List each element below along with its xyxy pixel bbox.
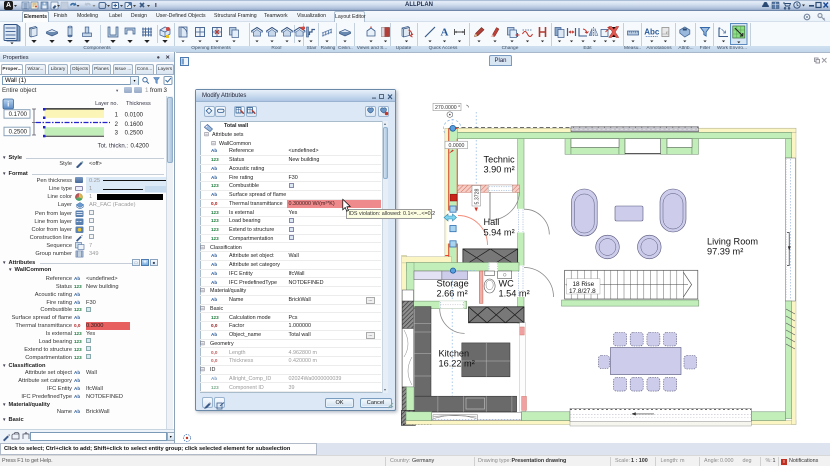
svg-text:2: 2 [115, 122, 119, 128]
svg-text:Hall: Hall [484, 217, 500, 227]
svg-text:1: 1 [115, 113, 119, 119]
svg-text:Thickness: Thickness [126, 101, 151, 107]
svg-text:Tot. thickn.:: Tot. thickn.: [98, 144, 129, 150]
svg-text:Living Room: Living Room [707, 236, 758, 246]
svg-text:97.39 m²: 97.39 m² [707, 247, 743, 257]
svg-text:0.2500: 0.2500 [125, 131, 144, 137]
svg-text:16.22 m²: 16.22 m² [439, 359, 475, 369]
svg-text:0.0000: 0.0000 [449, 143, 465, 149]
svg-text:WC: WC [499, 278, 515, 288]
svg-text:18 Rise: 18 Rise [573, 281, 595, 288]
svg-text:Kitchen: Kitchen [439, 348, 470, 358]
svg-text:17.8/27.8: 17.8/27.8 [569, 288, 596, 295]
svg-text:Layer no.: Layer no. [95, 101, 118, 107]
svg-text:1.54 m²: 1.54 m² [499, 289, 530, 299]
svg-text:270.0000 °: 270.0000 ° [435, 105, 460, 111]
svg-text:i: i [7, 102, 9, 109]
svg-text:5.94 m²: 5.94 m² [484, 227, 515, 237]
svg-text:3.90 m²: 3.90 m² [484, 165, 515, 175]
svg-text:Storage: Storage [437, 278, 469, 288]
svg-text:0.1700: 0.1700 [9, 112, 28, 118]
svg-text:Abc: Abc [644, 28, 660, 37]
svg-text:0.1600: 0.1600 [125, 122, 144, 128]
svg-text:3: 3 [115, 131, 119, 137]
svg-text:A: A [441, 27, 449, 39]
svg-text:0.2500: 0.2500 [9, 130, 28, 136]
svg-text:0.4200: 0.4200 [131, 144, 150, 150]
svg-text:2.66 m²: 2.66 m² [437, 289, 468, 299]
svg-text:0.0100: 0.0100 [125, 113, 144, 119]
svg-text:5.3728: 5.3728 [475, 189, 481, 205]
svg-text:Technic: Technic [484, 154, 516, 164]
